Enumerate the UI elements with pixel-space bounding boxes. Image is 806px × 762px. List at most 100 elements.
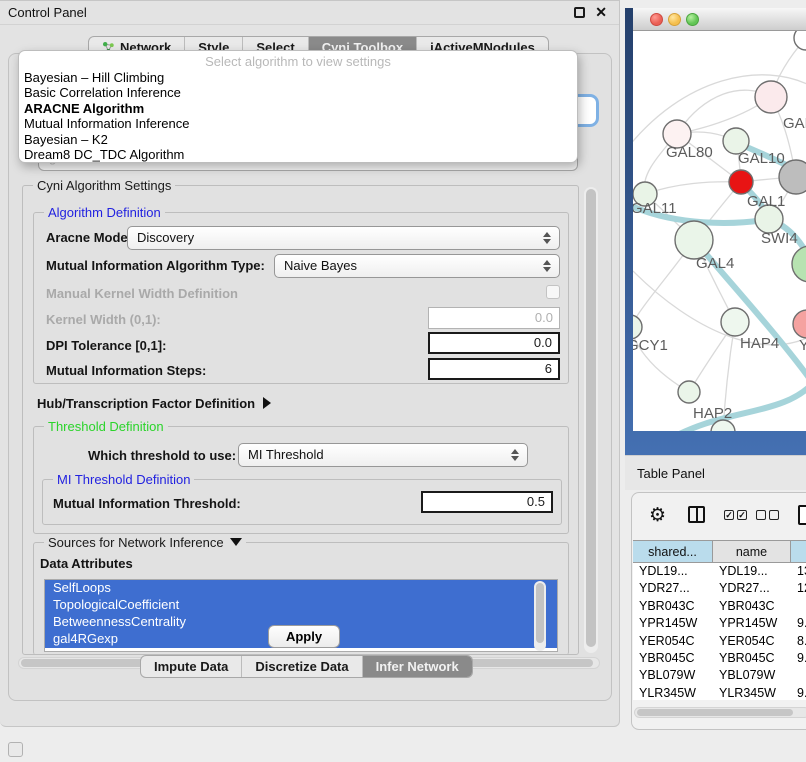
- document-icon[interactable]: [798, 505, 806, 525]
- mi-steps-label: Mutual Information Steps:: [46, 363, 206, 378]
- manual-kernel-label: Manual Kernel Width Definition: [46, 286, 238, 301]
- select-all-columns-icon[interactable]: ✓✓: [724, 510, 747, 520]
- mi-threshold-label: Mutual Information Threshold:: [53, 496, 241, 511]
- tab-impute-data[interactable]: Impute Data: [141, 656, 242, 677]
- table-row[interactable]: YPR145WYPR145W9.: [633, 615, 806, 632]
- table-cell: YBR045C: [713, 650, 791, 667]
- node-gcy1[interactable]: [633, 315, 642, 339]
- settings-scrollbar[interactable]: [584, 187, 598, 653]
- table-cell: 9.: [791, 650, 806, 667]
- threshold-definition-group: Threshold Definition Which threshold to …: [33, 426, 569, 534]
- mac-minimize-button[interactable]: [668, 13, 681, 26]
- menu-item-bayesian-hill-climbing[interactable]: Bayesian – Hill Climbing: [19, 70, 577, 85]
- node-label: HAP4: [740, 335, 779, 352]
- table-cell: [791, 667, 806, 684]
- node-hap4[interactable]: [721, 308, 749, 336]
- aracne-mode-combo[interactable]: Discovery: [127, 226, 560, 250]
- menu-item-basic-correlation[interactable]: Basic Correlation Inference: [19, 85, 577, 100]
- menu-item-mutual-information[interactable]: Mutual Information Inference: [19, 116, 577, 131]
- table-panel-header: Table Panel: [625, 455, 806, 490]
- table-row[interactable]: YBR045CYBR045C9.: [633, 650, 806, 667]
- mi-algorithm-type-label: Mutual Information Algorithm Type:: [46, 258, 265, 273]
- node-top-partial[interactable]: [794, 31, 806, 50]
- table-row[interactable]: YBR043CYBR043C: [633, 598, 806, 615]
- node-label: GAL11: [633, 200, 677, 217]
- algorithm-definition-group: Algorithm Definition Aracne Mode: Discov…: [33, 212, 569, 384]
- table-cell: 8.: [791, 633, 806, 650]
- deselect-all-columns-icon[interactable]: [756, 510, 779, 520]
- node-label: GAL4: [696, 255, 734, 272]
- table-cell: YBR043C: [713, 598, 791, 615]
- table-cell: YBL079W: [633, 667, 713, 684]
- manual-kernel-checkbox[interactable]: [546, 285, 560, 299]
- tab-infer-network[interactable]: Infer Network: [363, 656, 472, 677]
- close-icon[interactable]: ✕: [595, 4, 607, 21]
- table-cell: YDL19...: [633, 563, 713, 580]
- data-attributes-label: Data Attributes: [40, 556, 133, 571]
- menu-item-dream8[interactable]: Dream8 DC_TDC Algorithm: [19, 147, 577, 162]
- table-cell: [791, 598, 806, 615]
- list-item-topologicalcoefficient[interactable]: TopologicalCoefficient: [45, 597, 557, 614]
- hub-section-toggle[interactable]: Hub/Transcription Factor Definition: [37, 396, 271, 411]
- node-gal1-red[interactable]: [729, 170, 753, 194]
- node-label: HAP2: [693, 405, 732, 422]
- table-panel-title: Table Panel: [637, 466, 705, 481]
- node-big-green[interactable]: [792, 246, 806, 282]
- node-label: GCY1: [633, 337, 668, 354]
- network-edge[interactable]: [645, 182, 741, 194]
- table-cell: YER054C: [713, 633, 791, 650]
- network-canvas[interactable]: GALGAL80GAL10GAL1GAL11SWI4GAL4GCY1HAP4YH…: [633, 31, 806, 431]
- table-cell: 9.: [791, 685, 806, 700]
- node-pink-top[interactable]: [755, 81, 787, 113]
- which-threshold-combo[interactable]: MI Threshold: [238, 443, 528, 467]
- table-cell: 9.: [791, 615, 806, 632]
- list-item-selfloops[interactable]: SelfLoops: [45, 580, 557, 597]
- mi-steps-field[interactable]: 6: [428, 358, 560, 380]
- table-row[interactable]: YDL19...YDL19...13: [633, 563, 806, 580]
- sources-list-scrollbar[interactable]: [534, 581, 546, 651]
- gear-icon[interactable]: ⚙: [649, 504, 666, 526]
- column-header-partial[interactable]: [791, 541, 806, 562]
- control-panel-titlebar[interactable]: Control Panel ✕: [0, 1, 619, 25]
- mac-zoom-button[interactable]: [686, 13, 699, 26]
- sources-title[interactable]: Sources for Network Inference: [44, 535, 246, 550]
- mi-algorithm-type-combo[interactable]: Naive Bayes: [274, 254, 560, 278]
- tab-discretize-data[interactable]: Discretize Data: [242, 656, 362, 677]
- mi-threshold-field[interactable]: 0.5: [421, 491, 553, 513]
- node-gal4[interactable]: [675, 221, 713, 259]
- control-panel-window: Control Panel ✕ Network Style Select Cyn…: [0, 0, 620, 727]
- node-hap2[interactable]: [678, 381, 700, 403]
- table-cell: YER054C: [633, 633, 713, 650]
- table-cell: 12: [791, 580, 806, 597]
- kernel-width-field[interactable]: 0.0: [428, 307, 560, 329]
- table-row[interactable]: YLR345WYLR345W9.: [633, 685, 806, 700]
- aracne-mode-label: Aracne Mode:: [46, 230, 132, 245]
- collapsed-panel-icon[interactable]: [8, 742, 23, 757]
- node-label: GAL1: [747, 193, 785, 210]
- dpi-tolerance-field[interactable]: 0.0: [428, 332, 560, 354]
- split-columns-icon[interactable]: [688, 506, 705, 523]
- combo-spinner-icon: [543, 260, 551, 272]
- menu-item-aracne[interactable]: ARACNE Algorithm: [19, 101, 577, 116]
- node-table-body: YDL19...YDL19...13YDR27...YDR27...12YBR0…: [633, 563, 806, 700]
- column-header-shared[interactable]: shared...: [633, 541, 713, 562]
- apply-button[interactable]: Apply: [268, 625, 340, 648]
- table-hscrollbar[interactable]: [634, 707, 806, 718]
- table-cell: YPR145W: [633, 615, 713, 632]
- menu-item-bayesian-k2[interactable]: Bayesian – K2: [19, 132, 577, 147]
- network-window-titlebar[interactable]: [633, 8, 806, 31]
- table-row[interactable]: YBL079WYBL079W: [633, 667, 806, 684]
- table-cell: YLR345W: [713, 685, 791, 700]
- table-cell: YLR345W: [633, 685, 713, 700]
- float-window-icon[interactable]: [574, 7, 585, 18]
- network-view-window: GALGAL80GAL10GAL1GAL11SWI4GAL4GCY1HAP4YH…: [625, 8, 806, 455]
- table-row[interactable]: YDR27...YDR27...12: [633, 580, 806, 597]
- table-row[interactable]: YER054CYER054C8.: [633, 633, 806, 650]
- mac-close-button[interactable]: [650, 13, 663, 26]
- network-edge[interactable]: [633, 271, 806, 345]
- table-cell: YBR043C: [633, 598, 713, 615]
- kernel-width-label: Kernel Width (0,1):: [46, 312, 161, 327]
- combo-spinner-icon: [511, 449, 519, 461]
- column-header-name[interactable]: name: [713, 541, 791, 562]
- node-salmon[interactable]: [793, 310, 806, 338]
